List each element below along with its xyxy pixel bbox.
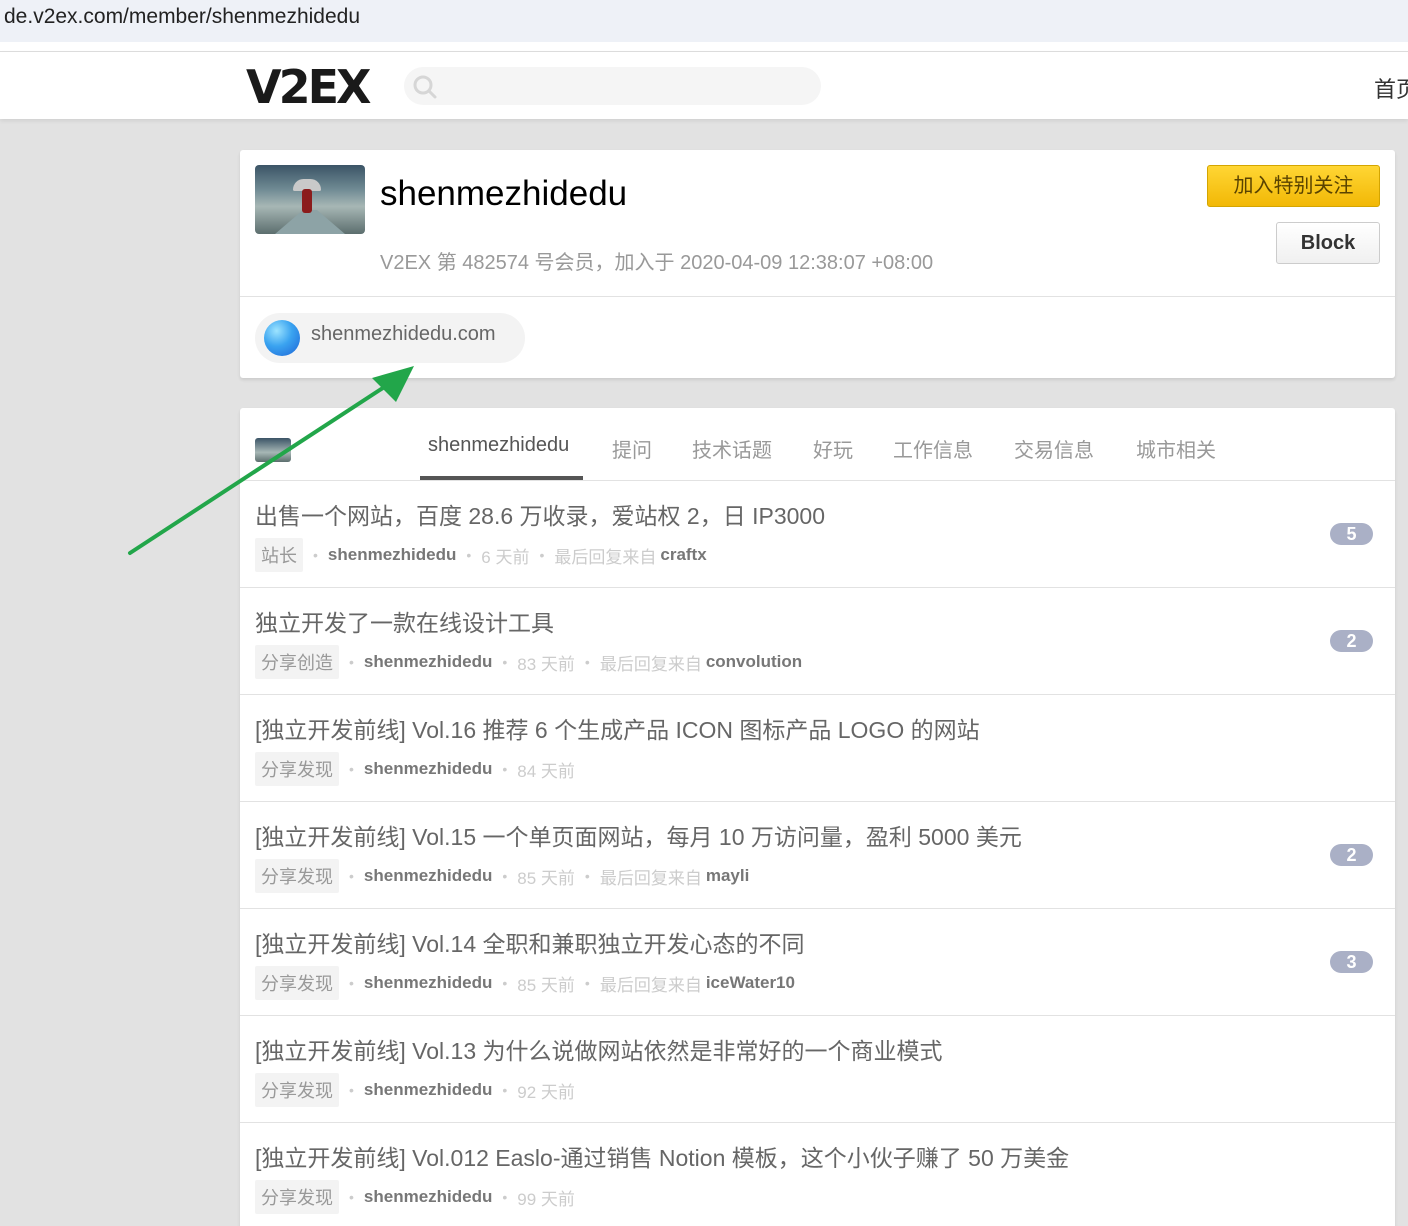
reply-count-badge[interactable]: 2: [1330, 844, 1373, 866]
globe-icon: [264, 320, 300, 356]
topic-title[interactable]: [独立开发前线] Vol.012 Easlo-通过销售 Notion 模板，这个…: [255, 1139, 1069, 1173]
website-label: shenmezhidedu.com: [311, 323, 496, 345]
topic-time: 6 天前: [481, 547, 530, 567]
topics-card: shenmezhidedu 提问 技术话题 好玩 工作信息 交易信息 城市相关 …: [240, 408, 1395, 1226]
node-tag[interactable]: 站长: [255, 538, 303, 572]
topic-author[interactable]: shenmezhidedu: [364, 1187, 492, 1207]
avatar: [255, 165, 365, 234]
profile-username: shenmezhidedu: [380, 174, 628, 213]
browser-url-bar[interactable]: de.v2ex.com/member/shenmezhidedu: [0, 0, 1408, 42]
topic-meta: 站长 • shenmezhidedu • 6 天前 • 最后回复来自 craftx: [255, 538, 707, 572]
website-link[interactable]: shenmezhidedu.com: [255, 313, 525, 363]
tab-deals[interactable]: 交易信息: [1014, 434, 1094, 463]
last-reply-label: 最后回复来自: [599, 975, 702, 995]
reply-count-badge[interactable]: 3: [1330, 951, 1373, 973]
divider: [240, 296, 1395, 297]
last-reply-label: 最后回复来自: [554, 547, 657, 567]
topic-meta: 分享发现 • shenmezhidedu • 92 天前: [255, 1073, 575, 1107]
home-link[interactable]: 首页: [1374, 72, 1408, 104]
topic-item: [独立开发前线] Vol.15 一个单页面网站，每月 10 万访问量，盈利 50…: [240, 802, 1395, 909]
browser-divider: [0, 42, 1408, 52]
topic-item: [独立开发前线] Vol.13 为什么说做网站依然是非常好的一个商业模式 分享发…: [240, 1016, 1395, 1123]
tab-tech[interactable]: 技术话题: [692, 434, 772, 463]
tab-bar: shenmezhidedu 提问 技术话题 好玩 工作信息 交易信息 城市相关: [240, 408, 1395, 481]
reply-count-badge[interactable]: 5: [1330, 523, 1373, 545]
topic-time: 85 天前: [517, 868, 575, 888]
topic-time: 99 天前: [517, 1189, 575, 1209]
topic-meta: 分享发现 • shenmezhidedu • 85 天前 • 最后回复来自 mayli: [255, 859, 749, 893]
block-button[interactable]: Block: [1276, 222, 1380, 264]
last-reply-user[interactable]: mayli: [706, 866, 749, 886]
reply-count-badge[interactable]: 2: [1330, 630, 1373, 652]
topic-title[interactable]: [独立开发前线] Vol.16 推荐 6 个生成产品 ICON 图标产品 LOG…: [255, 711, 980, 745]
member-info: V2EX 第 482574 号会员，加入于 2020-04-09 12:38:0…: [380, 252, 934, 274]
topic-time: 83 天前: [517, 654, 575, 674]
topic-item: [独立开发前线] Vol.16 推荐 6 个生成产品 ICON 图标产品 LOG…: [240, 695, 1395, 802]
topic-author[interactable]: shenmezhidedu: [364, 973, 492, 993]
topic-title[interactable]: [独立开发前线] Vol.13 为什么说做网站依然是非常好的一个商业模式: [255, 1032, 943, 1066]
topic-item: 出售一个网站，百度 28.6 万收录，爱站权 2，日 IP3000 站长 • sh…: [240, 481, 1395, 588]
active-tab-indicator: [420, 476, 583, 480]
node-tag[interactable]: 分享发现: [255, 1180, 339, 1214]
follow-button[interactable]: 加入特别关注: [1207, 165, 1380, 207]
site-header: V2EX 首页: [0, 52, 1408, 119]
search-icon: [413, 75, 437, 99]
topic-meta: 分享发现 • shenmezhidedu • 99 天前: [255, 1180, 575, 1214]
tab-qna[interactable]: 提问: [612, 434, 652, 463]
topic-title[interactable]: 独立开发了一款在线设计工具: [255, 604, 554, 638]
topic-author[interactable]: shenmezhidedu: [364, 866, 492, 886]
tab-fun[interactable]: 好玩: [813, 434, 853, 463]
last-reply-user[interactable]: craftx: [660, 545, 706, 565]
last-reply-user[interactable]: iceWater10: [706, 973, 795, 993]
topic-title[interactable]: [独立开发前线] Vol.15 一个单页面网站，每月 10 万访问量，盈利 50…: [255, 818, 1022, 852]
node-tag[interactable]: 分享发现: [255, 752, 339, 786]
node-tag[interactable]: 分享创造: [255, 645, 339, 679]
v2ex-logo[interactable]: V2EX: [246, 60, 371, 114]
last-reply-label: 最后回复来自: [599, 868, 702, 888]
node-tag[interactable]: 分享发现: [255, 1073, 339, 1107]
topic-item: 独立开发了一款在线设计工具 分享创造 • shenmezhidedu • 83 天前…: [240, 588, 1395, 695]
tab-city[interactable]: 城市相关: [1136, 434, 1216, 463]
topic-title[interactable]: 出售一个网站，百度 28.6 万收录，爱站权 2，日 IP3000: [255, 497, 825, 531]
topic-item: [独立开发前线] Vol.14 全职和兼职独立开发心态的不同 分享发现 • she…: [240, 909, 1395, 1016]
last-reply-user[interactable]: convolution: [706, 652, 802, 672]
profile-card: shenmezhidedu V2EX 第 482574 号会员，加入于 2020…: [240, 150, 1395, 378]
topic-author[interactable]: shenmezhidedu: [364, 759, 492, 779]
topic-meta: 分享创造 • shenmezhidedu • 83 天前 • 最后回复来自 convo…: [255, 645, 802, 679]
node-tag[interactable]: 分享发现: [255, 859, 339, 893]
topic-author[interactable]: shenmezhidedu: [364, 652, 492, 672]
mini-avatar: [255, 438, 291, 462]
node-tag[interactable]: 分享发现: [255, 966, 339, 1000]
topic-item: [独立开发前线] Vol.012 Easlo-通过销售 Notion 模板，这个…: [240, 1123, 1395, 1226]
search-input[interactable]: [404, 67, 821, 105]
topic-meta: 分享发现 • shenmezhidedu • 84 天前: [255, 752, 575, 786]
topic-author[interactable]: shenmezhidedu: [328, 545, 456, 565]
tab-member[interactable]: shenmezhidedu: [428, 434, 569, 457]
topic-time: 85 天前: [517, 975, 575, 995]
topic-title[interactable]: [独立开发前线] Vol.14 全职和兼职独立开发心态的不同: [255, 925, 805, 959]
topic-time: 92 天前: [517, 1082, 575, 1102]
topic-author[interactable]: shenmezhidedu: [364, 1080, 492, 1100]
topic-meta: 分享发现 • shenmezhidedu • 85 天前 • 最后回复来自 iceWa…: [255, 966, 795, 1000]
last-reply-label: 最后回复来自: [599, 654, 702, 674]
topic-time: 84 天前: [517, 761, 575, 781]
tab-jobs[interactable]: 工作信息: [893, 434, 973, 463]
